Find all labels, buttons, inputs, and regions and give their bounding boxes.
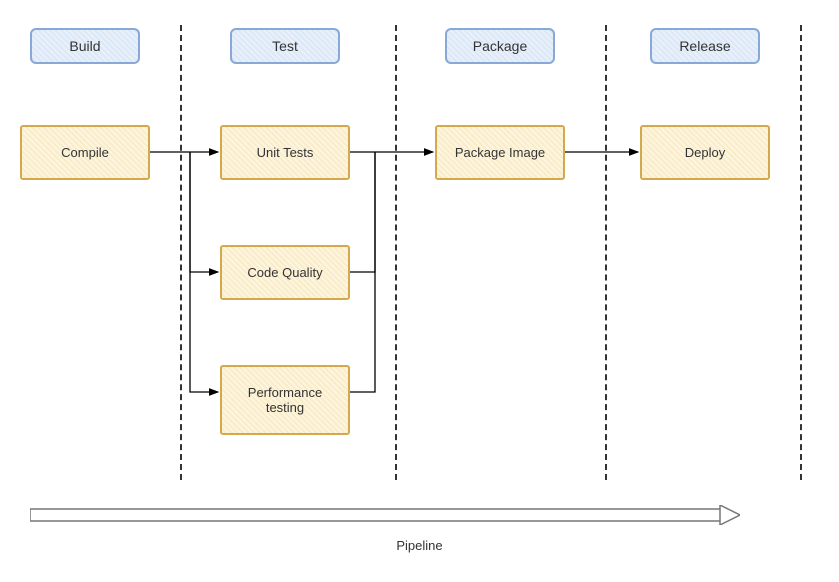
divider-2	[395, 25, 397, 480]
pipeline-label: Pipeline	[0, 538, 839, 553]
divider-4	[800, 25, 802, 480]
pipeline-arrow	[30, 505, 740, 525]
divider-3	[605, 25, 607, 480]
task-deploy: Deploy	[640, 125, 770, 180]
stage-header-package: Package	[445, 28, 555, 64]
stage-header-release: Release	[650, 28, 760, 64]
task-compile: Compile	[20, 125, 150, 180]
task-performance-testing: Performance testing	[220, 365, 350, 435]
task-unit-tests: Unit Tests	[220, 125, 350, 180]
flow-connectors	[0, 0, 839, 500]
stage-header-build: Build	[30, 28, 140, 64]
task-code-quality: Code Quality	[220, 245, 350, 300]
divider-1	[180, 25, 182, 480]
stage-header-test: Test	[230, 28, 340, 64]
task-package-image: Package Image	[435, 125, 565, 180]
